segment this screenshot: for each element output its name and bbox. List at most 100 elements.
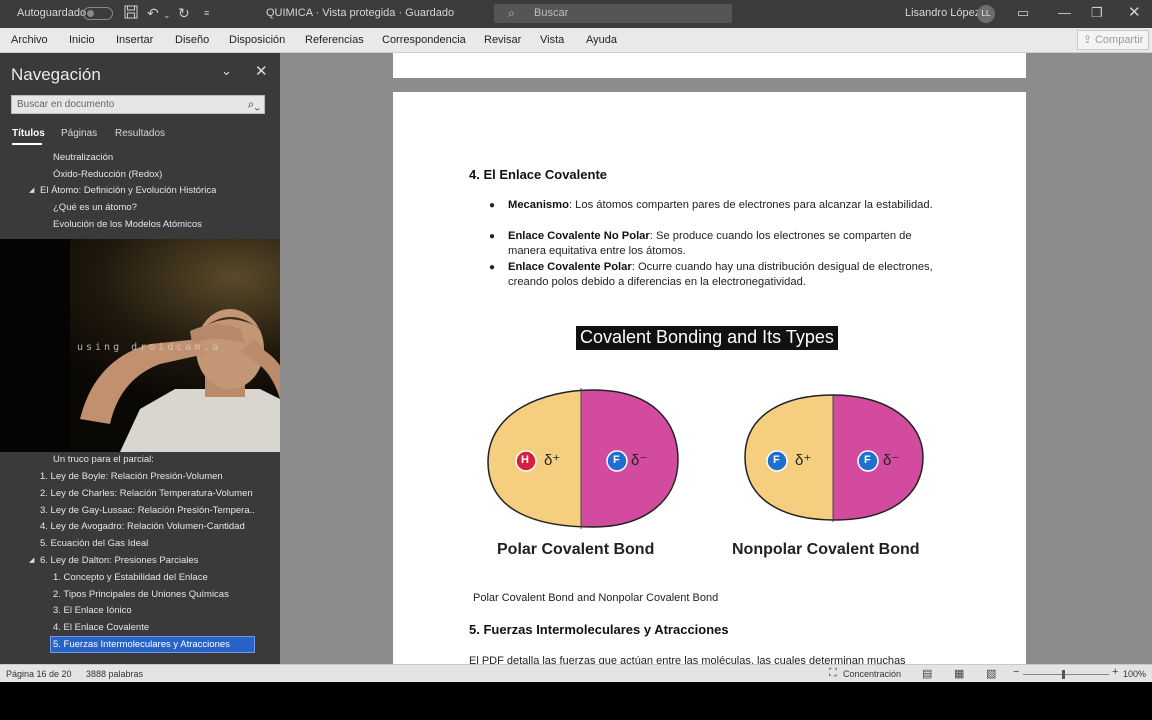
navigation-title: Navegación [11,65,101,84]
save-icon[interactable] [124,5,138,22]
tab-referencias[interactable]: Referencias [305,34,364,46]
print-layout-icon[interactable]: ▦ [954,667,964,680]
hydrogen-atom-label: H [521,454,529,466]
bullet-item: ● Enlace Covalente Polar: Ocurre cuando … [489,260,948,290]
heading-item[interactable]: 1. Concepto y Estabilidad del Enlace [53,572,208,583]
zoom-in-icon[interactable]: + [1112,666,1118,678]
section-heading: 5. Fuerzas Intermoleculares y Atraccione… [469,622,729,637]
heading-item-selected[interactable]: 5. Fuerzas Intermoleculares y Atraccione… [53,639,230,650]
heading-item[interactable]: Evolución de los Modelos Atómicos [53,219,202,230]
partial-negative-label: δ⁻ [631,452,648,469]
heading-item[interactable]: 2. Ley de Charles: Relación Temperatura-… [40,488,253,499]
fluorine-atom-label: F [864,454,871,466]
tab-vista[interactable]: Vista [540,34,564,46]
close-navigation-icon[interactable]: ✕ [255,62,268,80]
avatar[interactable]: LL [977,5,995,23]
expand-triangle-icon[interactable]: ◢ [29,556,34,564]
tab-correspondencia[interactable]: Correspondencia [382,34,466,46]
zoom-slider-thumb[interactable] [1062,670,1065,679]
heading-item[interactable]: Neutralización [53,152,113,163]
section-heading: 4. El Enlace Covalente [469,167,608,182]
heading-item[interactable]: 3. El Enlace Iónico [53,605,132,616]
tab-resultados[interactable]: Resultados [115,128,165,139]
tab-titulos[interactable]: Títulos [12,128,45,145]
title-bar: Autoguardado ↶ ⌄ ↻ ≡ QUIMICA · Vista pro… [0,0,1152,28]
webcam-watermark: using droidcam.a [77,342,222,353]
autosave-label: Autoguardado [17,7,87,19]
bullet-term: Mecanismo [508,199,569,211]
focus-mode-label[interactable]: Concentración [843,669,901,679]
bullet-dot: ● [489,200,496,211]
customize-quick-access-icon[interactable]: ≡ [204,8,209,18]
bullet-dot: ● [489,231,496,242]
zoom-level[interactable]: 100% [1123,669,1146,679]
fluorine-atom-label: F [613,454,620,466]
bullet-item: ● Enlace Covalente No Polar: Se produce … [489,229,948,259]
status-bar: Página 16 de 20 3888 palabras ⛶ Concentr… [0,664,1152,682]
heading-item[interactable]: 1. Ley de Boyle: Relación Presión-Volume… [40,471,223,482]
expand-triangle-icon[interactable]: ◢ [29,186,34,194]
heading-item[interactable]: 3. Ley de Gay-Lussac: Relación Presión-T… [40,505,255,516]
heading-item[interactable]: 4. Ley de Avogadro: Relación Volumen-Can… [40,521,245,532]
undo-dropdown-icon[interactable]: ⌄ [163,10,171,21]
zoom-slider-track[interactable] [1023,674,1109,675]
share-label: Compartir [1094,34,1144,46]
previous-page[interactable] [393,53,1026,78]
document-area[interactable]: 4. El Enlace Covalente ● Mecanismo: Los … [280,53,1152,664]
tab-revisar[interactable]: Revisar [484,34,521,46]
search-box[interactable]: ⌕ Buscar [494,4,732,23]
restore-icon[interactable]: ❐ [1091,5,1103,21]
ribbon-display-icon[interactable]: ▭ [1017,5,1029,21]
document-page[interactable]: 4. El Enlace Covalente ● Mecanismo: Los … [393,92,1026,664]
heading-item[interactable]: Óxido-Reducción (Redox) [53,169,162,180]
polar-bond-label: Polar Covalent Bond [497,541,655,558]
focus-icon[interactable]: ⛶ [829,667,837,680]
tab-disposicion[interactable]: Disposición [229,34,285,46]
minimize-icon[interactable]: — [1058,5,1071,20]
figure-title: Covalent Bonding and Its Types [576,326,838,350]
tab-paginas[interactable]: Páginas [61,128,97,139]
tab-diseno[interactable]: Diseño [175,34,209,46]
document-title[interactable]: QUIMICA · Vista protegida · Guardado [266,7,454,19]
zoom-out-icon[interactable]: − [1013,666,1019,678]
document-search-input[interactable]: Buscar en documento ⌕⌄ [11,95,265,114]
heading-item[interactable]: 5. Ecuación del Gas Ideal [40,538,148,549]
share-button[interactable]: ⇪ Compartir [1077,30,1149,50]
search-icon: ⌕ [508,6,515,20]
covalent-bond-figure [487,388,924,529]
close-icon[interactable]: ✕ [1128,3,1141,21]
bullet-term: Enlace Covalente No Polar [508,230,650,242]
word-count[interactable]: 3888 palabras [86,669,143,679]
heading-item[interactable]: El Átomo: Definición y Evolución Históri… [40,185,216,196]
heading-item[interactable]: Un truco para el parcial: [53,454,154,465]
polar-bond-shape [488,390,678,527]
search-placeholder: Buscar [534,7,569,19]
web-layout-icon[interactable]: ▧ [986,667,996,680]
redo-icon[interactable]: ↻ [178,5,190,22]
autosave-toggle[interactable] [83,7,113,20]
document-search-placeholder: Buscar en documento [17,99,115,110]
partial-positive-label: δ⁺ [795,452,812,469]
heading-item[interactable]: 6. Ley de Dalton: Presiones Parciales [40,555,198,566]
tab-ayuda[interactable]: Ayuda [586,34,617,46]
bullet-text: : Los átomos comparten pares de electron… [568,199,933,211]
tab-archivo[interactable]: Archivo [11,34,48,46]
bullet-term: Enlace Covalente Polar [508,261,632,273]
undo-icon[interactable]: ↶ [147,5,159,22]
heading-item[interactable]: 4. El Enlace Covalente [53,622,149,633]
tab-insertar[interactable]: Insertar [116,34,153,46]
heading-item[interactable]: ¿Qué es un átomo? [53,202,137,213]
chevron-down-icon[interactable]: ⌄ [221,63,232,79]
bullet-dot: ● [489,262,496,273]
user-name[interactable]: Lisandro López [905,7,980,19]
share-icon: ⇪ [1082,34,1095,46]
bullet-item: ● Mecanismo: Los átomos comparten pares … [489,198,948,213]
page-count[interactable]: Página 16 de 20 [6,669,72,679]
search-icon[interactable]: ⌕⌄ [248,97,260,112]
tab-inicio[interactable]: Inicio [69,34,95,46]
heading-item[interactable]: 2. Tipos Principales de Uniones Químicas [53,589,229,600]
ribbon-tabs: Archivo Inicio Insertar Diseño Disposici… [0,28,1152,53]
paragraph-text: El PDF detalla las fuerzas que actúan en… [469,655,906,664]
read-mode-icon[interactable]: ▤ [922,667,932,680]
figure-caption: Polar Covalent Bond and Nonpolar Covalen… [473,592,719,604]
